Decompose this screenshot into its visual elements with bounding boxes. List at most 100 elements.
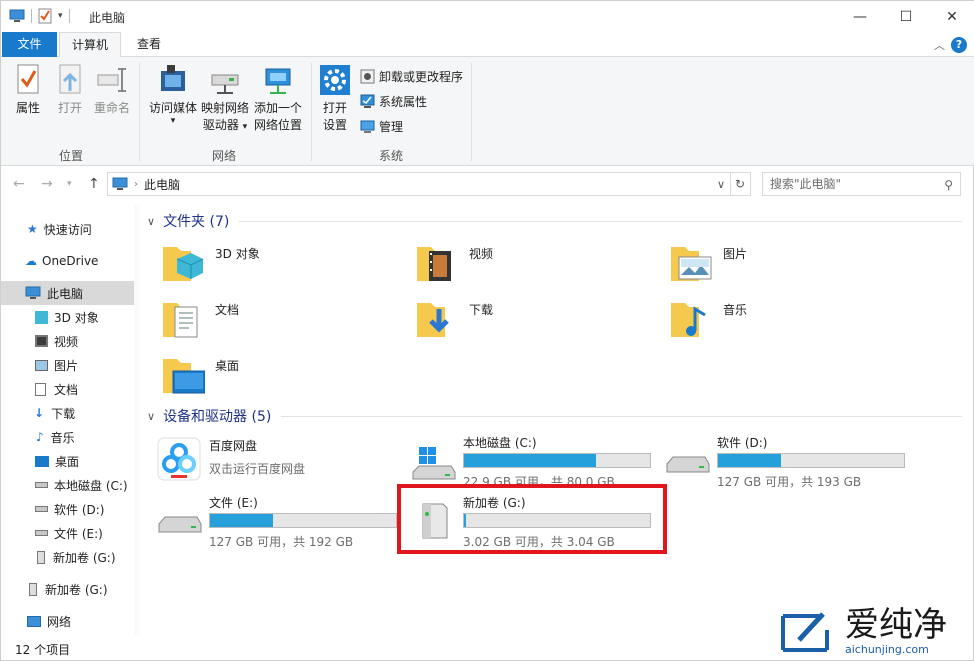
open-settings-label-2: 设置 xyxy=(322,118,347,132)
rename-button[interactable]: 重命名 xyxy=(91,63,133,117)
sidebar-scrollbar[interactable] xyxy=(134,205,139,635)
capacity-bar xyxy=(717,453,905,468)
search-placeholder: 搜索"此电脑" xyxy=(770,177,842,191)
sidebar-item-label: 此电脑 xyxy=(47,286,84,301)
devices-header[interactable]: ∨ 设备和驱动器 (5) xyxy=(147,406,962,426)
search-input[interactable]: 搜索"此电脑" ⚲ xyxy=(762,172,961,196)
tab-file[interactable]: 文件 xyxy=(2,32,57,57)
help-icon[interactable]: ? xyxy=(951,37,967,53)
computer-icon xyxy=(112,177,128,190)
folder-label: 桌面 xyxy=(215,359,240,373)
sidebar-item-drive-g-removable[interactable]: 新加卷 (G:) xyxy=(1,577,134,601)
uninstall-button[interactable]: 卸载或更改程序 xyxy=(360,68,463,85)
folder-downloads[interactable]: 下载 xyxy=(415,297,655,351)
folder-label: 音乐 xyxy=(723,303,748,317)
sidebar-item-label: 文件 (E:) xyxy=(54,526,103,541)
back-button[interactable]: ← xyxy=(13,176,25,192)
folder-download-icon xyxy=(417,303,449,337)
navigation-bar: ← → ▾ ↑ › 此电脑 ∨ ↻ 搜索"此电脑" ⚲ xyxy=(1,169,974,199)
add-location-label-2: 网络位置 xyxy=(253,118,302,132)
music-icon: ♪ xyxy=(36,430,44,444)
status-item-count: 12 个项目 xyxy=(15,643,71,657)
sidebar-item-music[interactable]: ♪ 音乐 xyxy=(1,425,134,449)
watermark: 爱纯净 aichunjing.com xyxy=(779,606,947,656)
group-separator xyxy=(471,63,472,161)
up-button[interactable]: ↑ xyxy=(88,176,100,192)
address-path[interactable]: 此电脑 xyxy=(144,176,180,193)
sidebar-item-label: 软件 (D:) xyxy=(54,502,105,517)
folder-videos[interactable]: 视频 xyxy=(415,241,655,295)
open-settings-button[interactable]: 打开 设置 xyxy=(317,63,353,134)
folder-3d-objects[interactable]: 3D 对象 xyxy=(161,241,401,295)
folder-desktop[interactable]: 桌面 xyxy=(161,353,401,407)
properties-button[interactable]: 属性 xyxy=(11,63,45,117)
sidebar-item-drive-g[interactable]: 新加卷 (G:) xyxy=(1,545,134,569)
sidebar-item-quick-access[interactable]: ★ 快速访问 xyxy=(1,217,134,241)
folder-documents[interactable]: 文档 xyxy=(161,297,401,351)
refresh-button[interactable]: ↻ xyxy=(730,172,751,196)
sidebar-item-desktop[interactable]: 桌面 xyxy=(1,449,134,473)
folder-label: 视频 xyxy=(469,247,494,261)
maximize-button[interactable]: ☐ xyxy=(883,1,929,32)
access-media-button[interactable]: 访问媒体 ▾ xyxy=(146,63,200,126)
sidebar-item-videos[interactable]: 视频 xyxy=(1,329,134,353)
address-bar[interactable]: › 此电脑 ∨ xyxy=(107,172,731,196)
sidebar-item-drive-d[interactable]: 软件 (D:) xyxy=(1,497,134,521)
folders-header[interactable]: ∨ 文件夹 (7) xyxy=(147,211,962,231)
device-baidu-netdisk[interactable]: 百度网盘 双击运行百度网盘 xyxy=(155,437,395,497)
forward-button[interactable]: → xyxy=(41,176,53,192)
folder-music[interactable]: 音乐 xyxy=(669,297,909,351)
recent-locations-icon[interactable]: ▾ xyxy=(67,179,72,189)
folder-label: 文档 xyxy=(215,303,240,317)
address-dropdown-icon[interactable]: ∨ xyxy=(717,178,725,191)
map-drive-button[interactable]: 映射网络 驱动器 ▾ xyxy=(200,63,250,136)
manage-button[interactable]: 管理 xyxy=(360,118,403,135)
sidebar-item-onedrive[interactable]: ☁ OneDrive xyxy=(1,249,134,273)
sidebar-item-label: 新加卷 (G:) xyxy=(53,550,116,565)
sidebar-item-drive-e[interactable]: 文件 (E:) xyxy=(1,521,134,545)
tab-computer[interactable]: 计算机 xyxy=(59,32,121,58)
system-properties-icon xyxy=(360,94,375,108)
properties-icon[interactable] xyxy=(38,8,52,24)
quick-access-toolbar: ▾ xyxy=(9,8,70,24)
cube-icon xyxy=(35,310,48,324)
folder-document-icon xyxy=(163,303,198,338)
sidebar-item-drive-c[interactable]: 本地磁盘 (C:) xyxy=(1,473,134,497)
open-button[interactable]: 打开 xyxy=(53,63,87,117)
tab-view[interactable]: 查看 xyxy=(125,32,173,57)
devices-header-label: 设备和驱动器 (5) xyxy=(163,409,272,425)
chevron-right-icon[interactable]: › xyxy=(134,179,138,190)
sidebar-item-3d-objects[interactable]: 3D 对象 xyxy=(1,305,134,329)
sidebar-item-network[interactable]: 网络 xyxy=(1,609,134,633)
baidu-netdisk-icon xyxy=(157,437,201,481)
sidebar-item-pictures[interactable]: 图片 xyxy=(1,353,134,377)
sidebar-item-downloads[interactable]: ↓ 下载 xyxy=(1,401,134,425)
add-network-location-button[interactable]: 添加一个 网络位置 xyxy=(252,63,304,134)
ribbon-tabs: 文件 计算机 查看 ︿ ? xyxy=(1,32,974,58)
close-button[interactable]: ✕ xyxy=(929,1,974,32)
sidebar-item-documents[interactable]: 文档 xyxy=(1,377,134,401)
minimize-button[interactable]: — xyxy=(837,1,883,32)
system-properties-button[interactable]: 系统属性 xyxy=(360,93,427,110)
separator xyxy=(68,9,70,23)
sidebar-item-this-pc[interactable]: 此电脑 xyxy=(1,281,134,305)
usb-drive-icon xyxy=(37,550,45,564)
collapse-ribbon-icon[interactable]: ︿ xyxy=(934,37,945,53)
drive-icon xyxy=(35,530,48,536)
map-drive-label-1: 映射网络 xyxy=(200,101,249,115)
qat-dropdown-icon[interactable]: ▾ xyxy=(58,11,63,21)
watermark-logo-icon xyxy=(781,612,829,652)
drive-icon xyxy=(666,456,710,473)
properties-label: 属性 xyxy=(15,101,40,115)
capacity-bar xyxy=(209,513,397,528)
uninstall-label: 卸载或更改程序 xyxy=(379,70,464,84)
system-properties-label: 系统属性 xyxy=(379,95,428,109)
device-drive-e[interactable]: 文件 (E:) 127 GB 可用，共 192 GB xyxy=(155,494,400,554)
drive-icon xyxy=(35,482,48,488)
device-drive-d[interactable]: 软件 (D:) 127 GB 可用，共 193 GB xyxy=(663,434,908,494)
network-icon xyxy=(27,615,41,627)
folder-video-icon xyxy=(417,247,451,281)
folder-pictures[interactable]: 图片 xyxy=(669,241,909,295)
map-drive-label-2: 驱动器 ▾ xyxy=(202,118,248,132)
divider xyxy=(281,415,962,417)
